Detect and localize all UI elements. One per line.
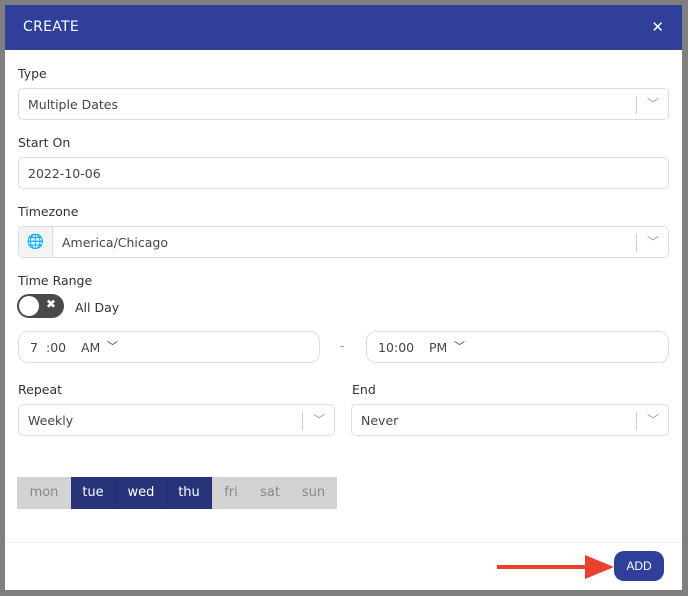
x-icon: ✖ xyxy=(46,297,57,311)
end-minute[interactable]: :00 xyxy=(394,340,414,355)
timezone-value: America/Chicago xyxy=(62,235,169,250)
chevron-down-icon: ﹀ xyxy=(646,235,659,249)
chevron-down-icon: ﹀ xyxy=(312,413,325,427)
repeat-value: Weekly xyxy=(28,413,74,428)
day-wed[interactable]: wed xyxy=(116,477,167,509)
end-ampm[interactable]: PM xyxy=(429,340,447,355)
timezone-label: Timezone xyxy=(18,204,79,219)
toggle-knob xyxy=(19,296,39,316)
day-thu[interactable]: thu xyxy=(167,477,212,509)
type-select[interactable]: Multiple Dates ﹀ xyxy=(18,88,669,120)
divider xyxy=(636,234,637,252)
end-select[interactable]: Never ﹀ xyxy=(351,404,669,436)
range-dash: - xyxy=(340,338,345,353)
start-hour[interactable]: 7 xyxy=(30,340,38,355)
day-sat[interactable]: sat xyxy=(250,477,290,509)
divider xyxy=(636,96,637,114)
create-modal: CREATE ✕ Type Multiple Dates ﹀ Start On … xyxy=(5,5,682,590)
start-ampm[interactable]: AM xyxy=(81,340,100,355)
divider xyxy=(636,412,637,430)
all-day-toggle[interactable]: ✖ xyxy=(17,294,64,318)
weekday-selector: mon tue wed thu fri sat sun xyxy=(17,477,337,509)
end-time-input[interactable]: 10 :00 PM ﹀ xyxy=(366,331,669,363)
divider xyxy=(302,412,303,430)
end-value: Never xyxy=(361,413,399,428)
day-mon[interactable]: mon xyxy=(17,477,71,509)
start-on-value: 2022-10-06 xyxy=(28,166,101,181)
day-fri[interactable]: fri xyxy=(212,477,250,509)
close-icon[interactable]: ✕ xyxy=(651,18,664,36)
timezone-select[interactable]: 🌐 America/Chicago ﹀ xyxy=(18,226,669,258)
day-tue[interactable]: tue xyxy=(71,477,116,509)
end-hour[interactable]: 10 xyxy=(378,340,394,355)
modal-header: CREATE ✕ xyxy=(5,5,682,50)
chevron-down-icon: ﹀ xyxy=(454,340,465,353)
type-value: Multiple Dates xyxy=(28,97,119,112)
arrow-annotation xyxy=(497,555,614,579)
start-minute[interactable]: :00 xyxy=(46,340,66,355)
start-on-input[interactable]: 2022-10-06 xyxy=(18,157,669,189)
modal-title: CREATE xyxy=(23,19,80,35)
type-label: Type xyxy=(18,66,47,81)
repeat-label: Repeat xyxy=(18,382,63,397)
chevron-down-icon: ﹀ xyxy=(107,340,118,353)
footer-divider xyxy=(5,542,682,543)
start-time-input[interactable]: 7 :00 AM ﹀ xyxy=(18,331,320,363)
start-on-label: Start On xyxy=(18,135,71,150)
chevron-down-icon: ﹀ xyxy=(646,97,659,111)
all-day-label: All Day xyxy=(75,300,120,315)
add-button[interactable]: ADD xyxy=(614,551,664,581)
time-range-label: Time Range xyxy=(18,273,93,288)
globe-icon: 🌐 xyxy=(19,227,53,257)
day-sun[interactable]: sun xyxy=(290,477,337,509)
chevron-down-icon: ﹀ xyxy=(646,413,659,427)
end-label: End xyxy=(352,382,376,397)
repeat-select[interactable]: Weekly ﹀ xyxy=(18,404,335,436)
